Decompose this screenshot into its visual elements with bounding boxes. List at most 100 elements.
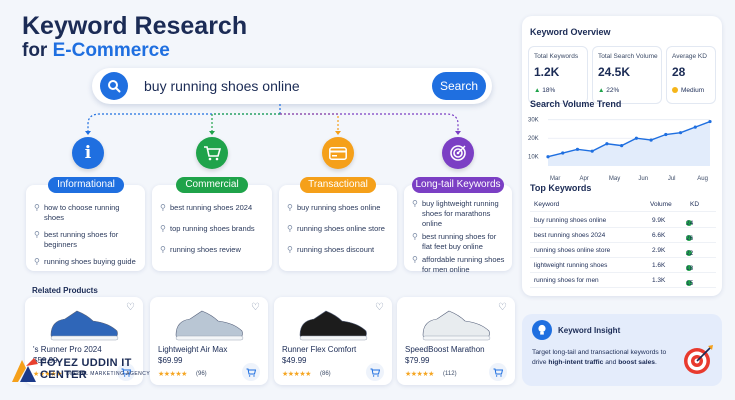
- product-name[interactable]: Lightweight Air Max: [158, 345, 227, 354]
- product-name[interactable]: 's Runner Pro 2024: [33, 345, 102, 354]
- list-item[interactable]: ⚲ how to choose running shoes: [34, 203, 139, 223]
- keyword-cell: buy running shoes online: [534, 217, 607, 224]
- search-icon: ⚲: [412, 232, 418, 241]
- x-tick-label: Jun: [638, 176, 648, 182]
- add-to-cart-icon[interactable]: [366, 363, 384, 381]
- keyword-list: ⚲ best running shoes 2024 ⚲ top running sh…: [160, 203, 266, 255]
- review-count: (86): [320, 371, 331, 377]
- product-card[interactable]: ♡ Runner Flex Comfort $49.99 ★★★★★ (86): [274, 297, 392, 385]
- search-icon: ⚲: [412, 199, 418, 208]
- heart-icon[interactable]: ♡: [251, 302, 260, 313]
- status-dot: [672, 87, 678, 93]
- target-icon: [442, 137, 474, 169]
- heart-icon[interactable]: ♡: [498, 302, 507, 313]
- tab-transactional[interactable]: Transactional: [300, 177, 376, 193]
- lightbulb-icon: [532, 320, 552, 340]
- stat-total-keywords: Total Keywords 1.2K ▲ 18%: [528, 46, 588, 104]
- target-arrow-icon: [684, 345, 713, 374]
- list-item[interactable]: ⚲ best running shoes for beginners: [34, 230, 139, 250]
- tab-commercial[interactable]: Commercial: [176, 177, 248, 193]
- search-icon: ⚲: [287, 245, 293, 254]
- search-icon: ⚲: [34, 230, 40, 239]
- shoe-image: [175, 310, 244, 341]
- search-icon: ⚲: [287, 203, 293, 212]
- volume-cell: 6.6K: [652, 232, 666, 239]
- volume-cell: 1.6K: [652, 262, 666, 269]
- product-card[interactable]: ♡ SpeedBoost Marathon $79.99 ★★★★★ (112): [397, 297, 515, 385]
- list-item[interactable]: ⚲ running shoes discount: [287, 245, 391, 255]
- trend-title: Search Volume Trend: [530, 99, 622, 109]
- product-name[interactable]: Runner Flex Comfort: [282, 345, 356, 354]
- list-item[interactable]: ⚲ buy running shoes online: [287, 203, 391, 213]
- table-row[interactable]: running shoes online store 2.9K 22: [530, 244, 716, 258]
- data-point: [605, 142, 609, 146]
- y-tick-label: 20K: [528, 136, 539, 142]
- category-connectors: [85, 104, 461, 135]
- y-tick-label: 10K: [528, 155, 539, 161]
- data-point: [575, 147, 580, 151]
- list-item[interactable]: ⚲ affordable running shoes for men online: [412, 255, 506, 275]
- table-row[interactable]: best running shoes 2024 6.6K 26: [530, 229, 716, 243]
- heart-icon[interactable]: ♡: [375, 302, 384, 313]
- info-icon: i: [72, 137, 104, 169]
- search-volume-trend-chart: 30K 20K 10K Mar Apr May Jun Jul Aug: [528, 118, 712, 182]
- search-icon: ⚲: [412, 255, 418, 264]
- table-row[interactable]: lightweight running shoes 1.6K 18: [530, 259, 716, 273]
- keyword-insight-card: Keyword Insight Target long-tail and tra…: [522, 314, 722, 386]
- x-tick-label: Mar: [550, 176, 560, 182]
- data-point: [590, 149, 594, 153]
- data-point: [664, 132, 668, 137]
- keyword-cell: running shoes online store: [534, 247, 611, 254]
- keyword-cell: running shoes for men: [534, 277, 599, 284]
- arrow-up-icon: ▲: [598, 87, 605, 94]
- add-to-cart-icon[interactable]: [489, 363, 507, 381]
- list-item[interactable]: ⚲ buy lightweight running shoes for marat…: [412, 199, 506, 229]
- data-point: [620, 144, 624, 148]
- search-icon: ⚲: [160, 203, 166, 212]
- list-item[interactable]: ⚲ top running shoes brands: [160, 224, 266, 234]
- agency-logo-icon: [12, 358, 38, 382]
- list-item[interactable]: ⚲ best running shoes 2024: [160, 203, 266, 213]
- data-point: [708, 119, 712, 124]
- x-tick-label: May: [609, 176, 620, 182]
- list-item[interactable]: ⚲ running shoes buying guide: [34, 257, 139, 267]
- x-tick-label: Apr: [579, 176, 588, 182]
- data-point: [561, 151, 565, 155]
- x-tick-label: Jul: [668, 176, 676, 182]
- category-card-commercial: ⚲ best running shoes 2024 ⚲ top running sh…: [152, 185, 272, 271]
- category-card-long-tail: ⚲ buy lightweight running shoes for marat…: [404, 185, 512, 274]
- stat-total-search-volume: Total Search Volume 24.5K ▲ 22%: [592, 46, 662, 104]
- search-icon: ⚲: [34, 257, 40, 266]
- volume-cell: 2.9K: [652, 247, 666, 254]
- insight-title: Keyword Insight: [558, 326, 621, 335]
- data-point: [546, 155, 550, 159]
- search-icon: ⚲: [287, 224, 293, 233]
- shoe-image: [50, 310, 119, 341]
- review-count: (112): [443, 371, 457, 377]
- add-to-cart-icon[interactable]: [242, 363, 260, 381]
- data-point: [634, 136, 638, 140]
- star-rating-icon: ★★★★★: [282, 371, 311, 378]
- table-row[interactable]: running shoes for men 1.3K 15: [530, 274, 716, 288]
- shoe-image: [422, 310, 491, 341]
- watermark: FOYEZ UDDIN IT CENTER DIGITAL MARKETING …: [10, 356, 180, 386]
- tab-informational[interactable]: Informational: [48, 177, 124, 193]
- list-item[interactable]: ⚲ running shoes online store: [287, 224, 391, 234]
- product-price: $79.99: [405, 356, 430, 365]
- tab-long-tail[interactable]: Long-tail Keywords: [412, 177, 504, 193]
- table-row[interactable]: buy running shoes online 9.9K 24: [530, 214, 716, 228]
- product-price: $49.99: [282, 356, 307, 365]
- keyword-list: ⚲ buy running shoes online ⚲ running shoes…: [287, 203, 391, 255]
- search-icon: ⚲: [160, 245, 166, 254]
- top-keywords-title: Top Keywords: [530, 183, 592, 193]
- list-item[interactable]: ⚲ best running shoes for flat feet buy on…: [412, 232, 506, 252]
- list-item[interactable]: ⚲ running shoes review: [160, 245, 266, 255]
- product-name[interactable]: SpeedBoost Marathon: [405, 345, 485, 354]
- star-rating-icon: ★★★★★: [405, 371, 434, 378]
- heart-icon[interactable]: ♡: [126, 302, 135, 313]
- search-icon: ⚲: [34, 203, 40, 212]
- insight-text: Target long-tail and transactional keywo…: [532, 349, 667, 366]
- volume-cell: 9.9K: [652, 217, 666, 224]
- data-point: [693, 125, 697, 129]
- review-count: (96): [196, 371, 207, 377]
